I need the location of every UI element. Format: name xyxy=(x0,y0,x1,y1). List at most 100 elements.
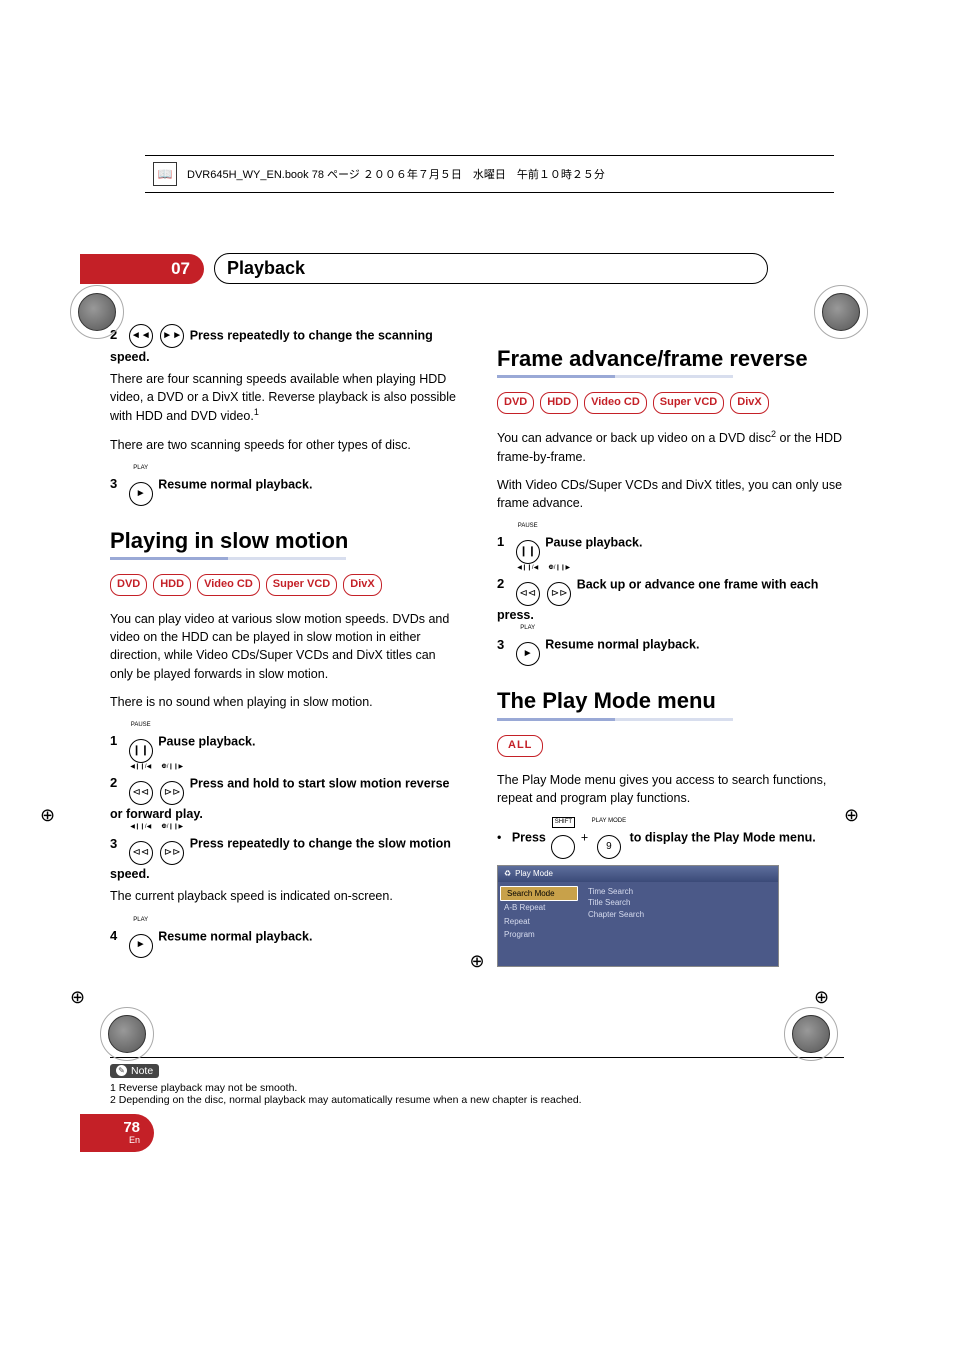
section-heading: Playing in slow motion xyxy=(110,528,457,553)
step-number: 2 xyxy=(110,775,117,790)
reg-mark-br2 xyxy=(784,1007,854,1077)
body-para: There are two scanning speeds for other … xyxy=(110,436,457,454)
right-column: Frame advance/frame reverse DVD HDD Vide… xyxy=(497,324,844,967)
step-number: 3 xyxy=(110,476,117,491)
pause-label: PAUSE xyxy=(131,721,151,730)
step-text: Pause playback. xyxy=(545,535,642,549)
playmode-label: PLAY MODE xyxy=(592,817,626,826)
step-text: Pause playback. xyxy=(158,734,255,748)
step-number: 1 xyxy=(497,534,504,549)
bullet-step: • Press SHIFT + PLAY MODE 9 to display t… xyxy=(497,817,844,859)
disc-tag: HDD xyxy=(153,574,191,596)
play-mode-title: ♻ Play Mode xyxy=(498,866,778,882)
step-text: to display the Play Mode menu. xyxy=(630,830,816,844)
reg-mark-bottom: ⊕ xyxy=(469,951,484,972)
page-content: 07 Playback 2 ◄◄ ►► Press repeatedly to … xyxy=(110,253,844,1152)
play-mode-left-list: Search Mode A-B Repeat Repeat Program xyxy=(498,882,580,966)
step-fwd-label: ❿/❙❙▶ xyxy=(161,763,183,772)
heading-underline xyxy=(497,718,733,721)
step-back-label: ◀❙❙/◀ xyxy=(130,823,151,832)
pause-icon: ❙❙ xyxy=(516,540,540,564)
shift-button-icon xyxy=(551,835,575,859)
body-para: There is no sound when playing in slow m… xyxy=(110,693,457,711)
step-back-icon: ⊲⊲ xyxy=(129,781,153,805)
body-para: The Play Mode menu gives you access to s… xyxy=(497,771,844,807)
step-text: Press repeatedly to change the scanning … xyxy=(110,328,433,364)
heading-underline xyxy=(497,375,733,378)
page-lang: En xyxy=(129,1135,140,1145)
crop-mark-header: 📖 DVR645H_WY_EN.book 78 ページ ２００６年７月５日 水曜… xyxy=(145,155,834,193)
step-number: 4 xyxy=(110,928,117,943)
step-text: Resume normal playback. xyxy=(545,638,699,652)
chapter-title: Playback xyxy=(214,253,768,284)
play-mode-right-list: Time Search Title Search Chapter Search xyxy=(580,882,652,966)
disc-tag: DVD xyxy=(110,574,147,596)
page-number-badge: 78 En xyxy=(80,1114,154,1152)
step-number: 1 xyxy=(110,733,117,748)
step-text: Resume normal playback. xyxy=(158,929,312,943)
reg-mark-ml: ⊕ xyxy=(40,805,110,875)
pause-icon: ❙❙ xyxy=(129,739,153,763)
disc-tag: Super VCD xyxy=(266,574,337,596)
play-label: PLAY xyxy=(520,624,535,633)
list-item: Title Search xyxy=(588,897,644,909)
section-heading: The Play Mode menu xyxy=(497,688,844,713)
body-para: There are four scanning speeds available… xyxy=(110,370,457,426)
step-number: 3 xyxy=(497,637,504,652)
list-item: Time Search xyxy=(588,886,644,898)
reg-mark-bl2 xyxy=(100,1007,170,1077)
play-mode-menu-screenshot: ♻ Play Mode Search Mode A-B Repeat Repea… xyxy=(497,865,779,967)
play-icon: ► xyxy=(516,642,540,666)
pause-label: PAUSE xyxy=(518,522,538,531)
play-label: PLAY xyxy=(133,916,148,925)
step-fwd-icon: ⊳⊳ xyxy=(160,841,184,865)
step-back-label: ◀❙❙/◀ xyxy=(517,564,538,573)
play-icon: ► xyxy=(129,482,153,506)
plus-label: + xyxy=(581,830,588,844)
step-number: 2 xyxy=(497,576,504,591)
footnote: 1 Reverse playback may not be smooth. xyxy=(110,1082,844,1094)
step-back-label: ◀❙❙/◀ xyxy=(130,763,151,772)
section-heading: Frame advance/frame reverse xyxy=(497,346,844,371)
disc-tag: HDD xyxy=(540,392,578,414)
recycle-icon: ♻ xyxy=(504,868,511,880)
ffwd-icon: ►► xyxy=(160,324,184,348)
list-item: A-B Repeat xyxy=(498,901,580,915)
disc-tag: Super VCD xyxy=(653,392,724,414)
chapter-number-badge: 07 xyxy=(80,254,204,284)
step-fwd-icon: ⊳⊳ xyxy=(547,582,571,606)
heading-underline xyxy=(110,557,346,560)
body-para: You can play video at various slow motio… xyxy=(110,610,457,683)
disc-tags: ALL xyxy=(497,735,844,757)
disc-tags: DVD HDD Video CD Super VCD DivX xyxy=(497,392,844,414)
body-para: The current playback speed is indicated … xyxy=(110,887,457,905)
footnote-section: Note 1 Reverse playback may not be smoot… xyxy=(110,1057,844,1106)
page-number: 78 xyxy=(123,1120,140,1135)
list-item: Program xyxy=(498,928,580,942)
step-fwd-label: ❿/❙❙▶ xyxy=(548,564,570,573)
list-item: Search Mode xyxy=(500,886,578,902)
step-back-icon: ⊲⊲ xyxy=(129,841,153,865)
step-fwd-icon: ⊳⊳ xyxy=(160,781,184,805)
shift-label: SHIFT xyxy=(552,817,575,828)
disc-tag: DVD xyxy=(497,392,534,414)
nine-button-icon: 9 xyxy=(597,835,621,859)
disc-tag: DivX xyxy=(343,574,381,596)
footnote: 2 Depending on the disc, normal playback… xyxy=(110,1094,844,1106)
press-label: Press xyxy=(512,830,546,844)
reg-mark-mr: ⊕ xyxy=(844,805,914,875)
body-para: You can advance or back up video on a DV… xyxy=(497,428,844,465)
reg-mark-tr xyxy=(814,285,884,355)
reg-mark-tl xyxy=(70,285,140,355)
step-text: Resume normal playback. xyxy=(158,477,312,491)
body-para: With Video CDs/Super VCDs and DivX title… xyxy=(497,476,844,512)
play-icon: ► xyxy=(129,934,153,958)
disc-tag: DivX xyxy=(730,392,768,414)
list-item: Repeat xyxy=(498,915,580,929)
left-column: 2 ◄◄ ►► Press repeatedly to change the s… xyxy=(110,324,457,967)
list-item: Chapter Search xyxy=(588,909,644,921)
disc-tag: Video CD xyxy=(584,392,647,414)
book-icon: 📖 xyxy=(153,162,177,186)
disc-tag-all: ALL xyxy=(497,735,543,757)
disc-tags: DVD HDD Video CD Super VCD DivX xyxy=(110,574,457,596)
